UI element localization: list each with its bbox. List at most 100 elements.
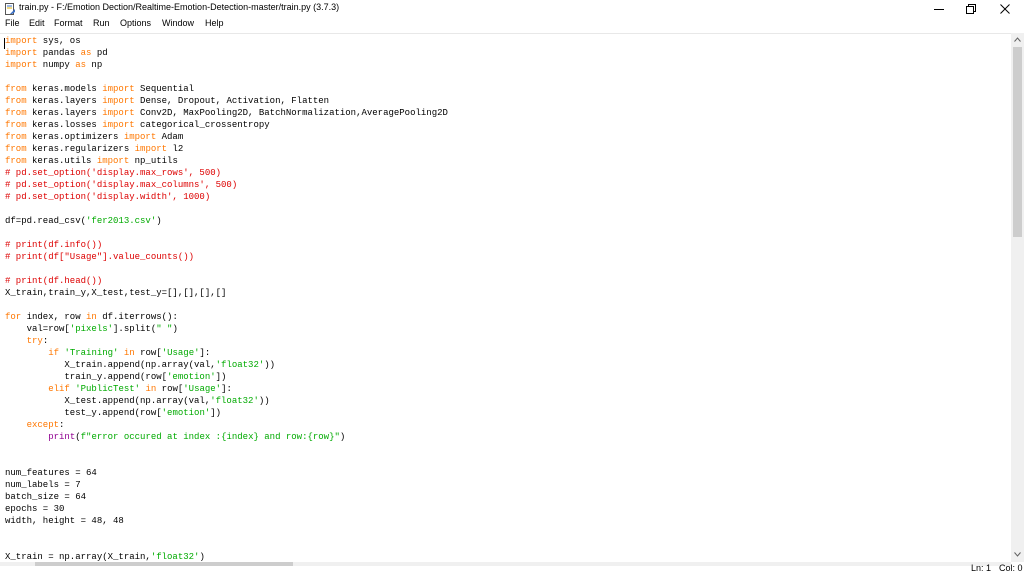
code-line[interactable]: if 'Training' in row['Usage']: — [5, 347, 210, 359]
code-line[interactable]: from keras.regularizers import l2 — [5, 143, 183, 155]
code-token: pandas — [37, 48, 81, 58]
code-line[interactable]: from keras.layers import Dense, Dropout,… — [5, 95, 329, 107]
code-token: pd — [91, 48, 108, 58]
code-token: # print(df.info()) — [5, 240, 103, 250]
code-token: import — [102, 84, 135, 94]
code-token: X_test.append(np.array(val, — [5, 396, 211, 406]
vertical-scroll-thumb[interactable] — [1013, 47, 1022, 237]
code-line[interactable]: from keras.losses import categorical_cro… — [5, 119, 270, 131]
code-token: if — [48, 348, 60, 358]
menu-help[interactable]: Help — [205, 18, 224, 28]
code-line[interactable]: val=row['pixels'].split(" ") — [5, 323, 178, 335]
code-token: import — [5, 36, 38, 46]
code-token: 'Usage' — [161, 348, 200, 358]
code-line[interactable]: import numpy as np — [5, 59, 102, 71]
menu-format[interactable]: Format — [54, 18, 83, 28]
code-line[interactable]: train_y.append(row['emotion']) — [5, 371, 226, 383]
menu-window[interactable]: Window — [162, 18, 194, 28]
code-token: from — [5, 108, 27, 118]
code-line[interactable]: try: — [5, 335, 49, 347]
code-token: ]: — [199, 348, 211, 358]
code-line[interactable]: X_train.append(np.array(val,'float32')) — [5, 359, 275, 371]
code-line[interactable]: df=pd.read_csv('fer2013.csv') — [5, 215, 162, 227]
code-token: for — [5, 312, 22, 322]
scroll-down-button[interactable] — [1011, 548, 1024, 560]
code-line[interactable]: # pd.set_option('display.max_rows', 500) — [5, 167, 221, 179]
code-line[interactable]: except: — [5, 419, 65, 431]
code-line[interactable]: epochs = 30 — [5, 503, 64, 515]
code-line[interactable]: print(f"error occured at index :{index} … — [5, 431, 345, 443]
vertical-scrollbar[interactable] — [1011, 33, 1024, 562]
code-token: import — [102, 108, 135, 118]
menu-edit[interactable]: Edit — [29, 18, 45, 28]
code-token: 'emotion' — [161, 408, 211, 418]
code-line[interactable]: test_y.append(row['emotion']) — [5, 407, 221, 419]
minimize-button[interactable] — [922, 0, 956, 17]
code-line[interactable]: # print(df.info()) — [5, 239, 102, 251]
code-token: ]) — [210, 408, 222, 418]
code-token: " " — [156, 324, 173, 334]
code-token: from — [5, 144, 27, 154]
code-token: )) — [258, 396, 270, 406]
code-token: from — [5, 132, 27, 142]
code-token: np_utils — [129, 156, 178, 166]
close-icon — [1000, 3, 1010, 14]
code-token: Adam — [156, 132, 184, 142]
code-token: # pd.set_option('display.max_rows', 500) — [5, 168, 222, 178]
code-line[interactable]: # pd.set_option('display.width', 1000) — [5, 191, 210, 203]
code-line[interactable]: # print(df.head()) — [5, 275, 102, 287]
code-line[interactable]: from keras.utils import np_utils — [5, 155, 178, 167]
code-line[interactable]: X_test.append(np.array(val,'float32')) — [5, 395, 270, 407]
chevron-up-icon — [1014, 36, 1021, 42]
idle-file-icon — [4, 2, 16, 15]
code-token: 'float32' — [215, 360, 265, 370]
menu-run[interactable]: Run — [93, 18, 110, 28]
code-line[interactable]: # pd.set_option('display.max_columns', 5… — [5, 179, 237, 191]
code-token: epochs = 30 — [5, 504, 65, 514]
code-line[interactable]: num_features = 64 — [5, 467, 97, 479]
code-token: import — [5, 60, 38, 70]
code-token: 'PublicTest' — [75, 384, 141, 394]
menu-file[interactable]: File — [5, 18, 20, 28]
code-line[interactable]: for index, row in df.iterrows(): — [5, 311, 178, 323]
code-token: from — [5, 96, 27, 106]
code-line[interactable]: batch_size = 64 — [5, 491, 86, 503]
code-editor[interactable]: import sys, os import pandas as pd import … — [0, 33, 1011, 563]
code-line[interactable]: from keras.layers import Conv2D, MaxPool… — [5, 107, 448, 119]
code-line[interactable]: width, height = 48, 48 — [5, 515, 124, 527]
code-line[interactable]: import pandas as pd — [5, 47, 108, 59]
code-token: import — [134, 144, 168, 154]
status-column-number: Col: 0 — [999, 563, 1023, 573]
code-line[interactable]: num_labels = 7 — [5, 479, 81, 491]
code-line[interactable]: X_train,train_y,X_test,test_y=[],[],[],[… — [5, 287, 226, 299]
code-token: Conv2D, MaxPooling2D, BatchNormalization… — [134, 108, 448, 118]
scroll-up-button[interactable] — [1011, 33, 1024, 45]
code-token: from — [5, 120, 27, 130]
code-token: : — [42, 336, 49, 346]
code-line[interactable]: elif 'PublicTest' in row['Usage']: — [5, 383, 232, 395]
code-token: 'Usage' — [183, 384, 222, 394]
code-token: import — [102, 96, 135, 106]
code-token: 'pixels' — [69, 324, 114, 334]
code-line[interactable]: import sys, os — [5, 35, 81, 47]
code-token: df.iterrows(): — [96, 312, 178, 322]
code-token: width, height = 48, 48 — [5, 516, 124, 526]
code-line[interactable]: # print(df["Usage"].value_counts()) — [5, 251, 194, 263]
code-token: except — [26, 420, 60, 430]
menu-options[interactable]: Options — [120, 18, 151, 28]
close-button[interactable] — [988, 0, 1022, 17]
code-token: batch_size = 64 — [5, 492, 87, 502]
code-token: ].split( — [113, 324, 157, 334]
code-token: numpy — [37, 60, 76, 70]
title-bar[interactable]: train.py - F:/Emotion Dection/Realtime-E… — [0, 0, 1024, 17]
restore-button[interactable] — [954, 0, 988, 17]
code-line[interactable]: from keras.models import Sequential — [5, 83, 194, 95]
code-token: index, row — [21, 312, 87, 322]
code-line[interactable]: from keras.optimizers import Adam — [5, 131, 183, 143]
code-token: ]) — [215, 372, 227, 382]
code-token: ) — [156, 216, 162, 226]
code-token: row[ — [156, 384, 184, 394]
